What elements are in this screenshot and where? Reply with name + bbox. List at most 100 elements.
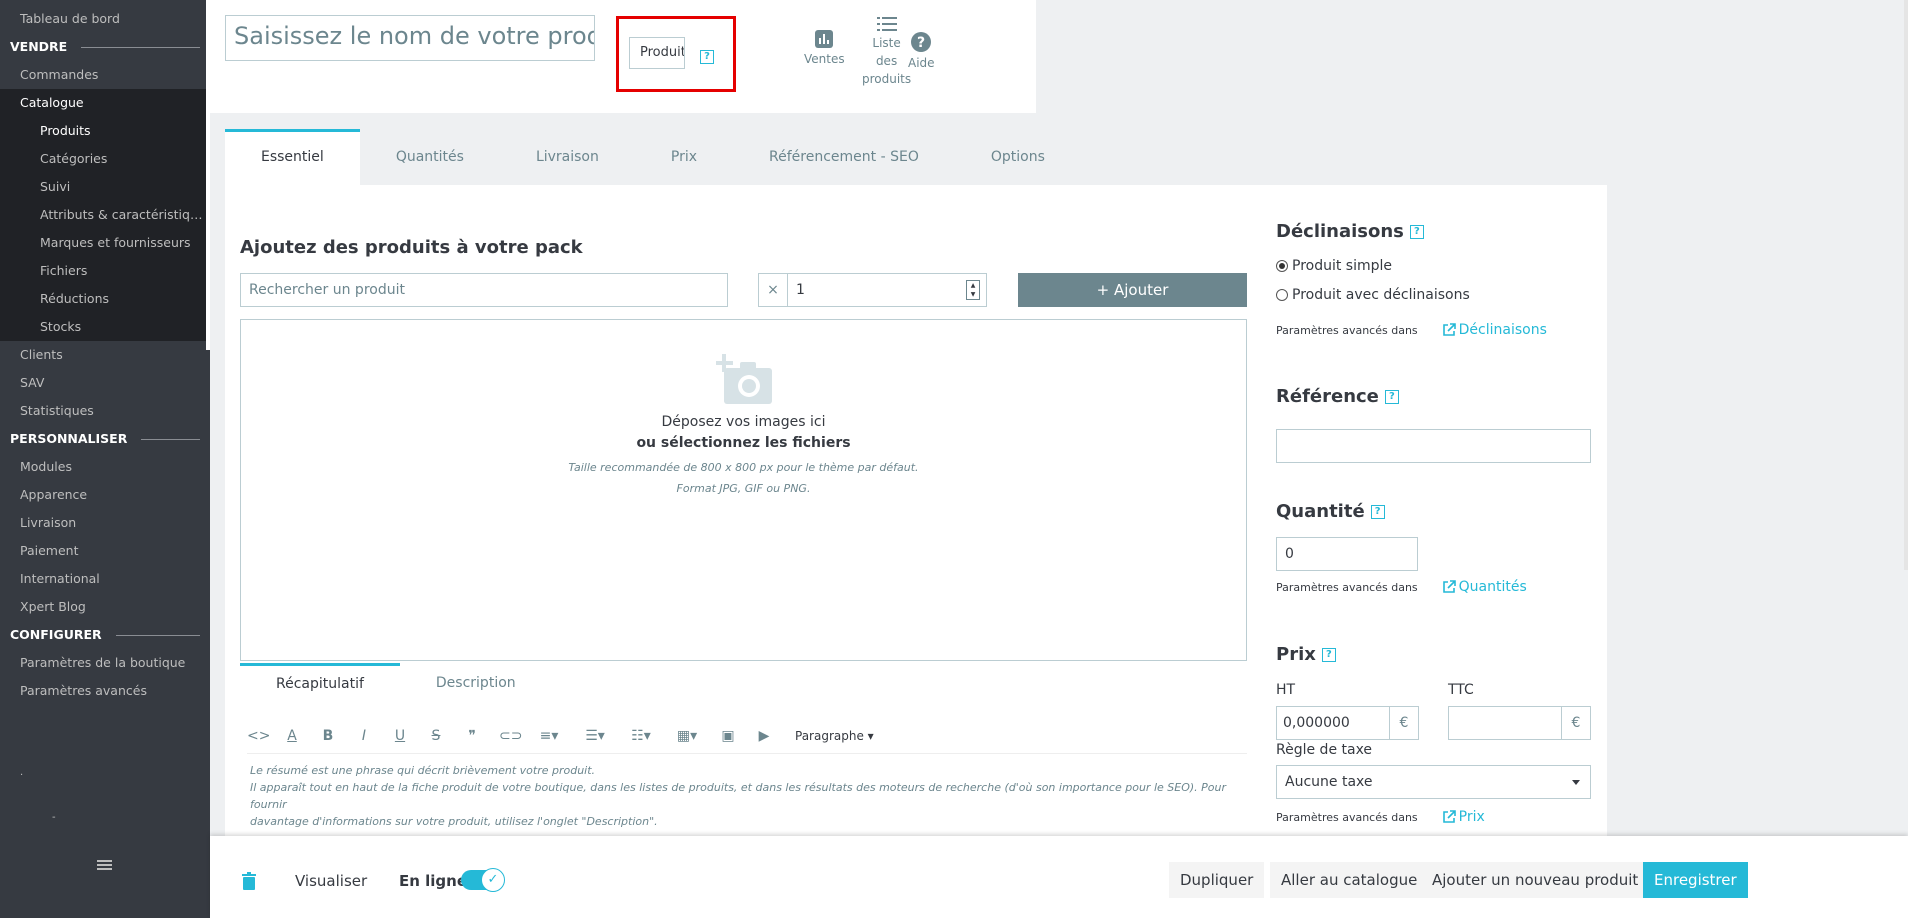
sidebar-item-stocks[interactable]: Stocks — [0, 313, 210, 341]
price-ttc-input[interactable]: € — [1448, 706, 1591, 740]
go-to-catalog-button[interactable]: Aller au catalogue — [1270, 862, 1429, 898]
trash-icon[interactable] — [242, 872, 256, 890]
table-icon[interactable]: ▦▾ — [673, 728, 701, 744]
quote-icon[interactable]: ❞ — [463, 728, 481, 744]
tab-summary[interactable]: Récapitulatif — [240, 663, 400, 704]
radio-checked-icon[interactable] — [1276, 260, 1288, 272]
bold-icon[interactable]: B — [319, 728, 337, 744]
sidebar-item-orders[interactable]: Commandes — [0, 61, 210, 89]
code-icon[interactable]: <> — [247, 728, 270, 744]
summary-editor[interactable]: Le résumé est une phrase qui décrit briè… — [250, 762, 1230, 830]
help-icon[interactable]: ? — [1409, 224, 1424, 239]
sidebar-item-brands[interactable]: Marques et fournisseurs — [0, 229, 210, 257]
numbered-list-icon[interactable]: ☷▾ — [627, 728, 655, 744]
sidebar-item-discounts[interactable]: Réductions — [0, 285, 210, 313]
sidebar-item-catalog[interactable]: Catalogue — [0, 89, 210, 117]
tab-essential[interactable]: Essentiel — [225, 129, 360, 185]
tab-price[interactable]: Prix — [635, 129, 733, 185]
spin-down-icon[interactable]: ▼ — [971, 291, 976, 298]
spin-up-icon[interactable]: ▲ — [971, 282, 976, 289]
price-link[interactable]: Prix — [1442, 809, 1485, 825]
sidebar-item-files[interactable]: Fichiers — [0, 257, 210, 285]
add-label: Ajouter — [1113, 281, 1169, 299]
sidebar-item-categories[interactable]: Catégories — [0, 145, 210, 173]
product-type-select[interactable]: Produit — [629, 37, 685, 69]
add-photo-icon — [716, 354, 772, 404]
pack-search-input[interactable]: Rechercher un produit — [240, 273, 728, 307]
duplicate-button[interactable]: Dupliquer — [1169, 862, 1265, 898]
media-icon[interactable]: ▶ — [755, 728, 773, 744]
price-ht-value[interactable]: 0,000000 — [1277, 707, 1389, 739]
product-name-input[interactable]: Saisissez le nom de votre produit — [225, 15, 595, 61]
sidebar-item-stats[interactable]: Statistiques — [0, 397, 210, 425]
sidebar-item-payment[interactable]: Paiement — [0, 537, 210, 565]
reference-input[interactable] — [1276, 429, 1591, 463]
help-icon[interactable]: ? — [1370, 504, 1385, 519]
sidebar-item-dashboard[interactable]: Tableau de bord — [0, 5, 210, 33]
quantities-link[interactable]: Quantités — [1442, 579, 1527, 595]
link-icon[interactable]: ⊂⊃ — [499, 728, 522, 744]
help-icon[interactable]: ? — [1321, 647, 1336, 662]
image-icon[interactable]: ▣ — [719, 728, 737, 744]
tab-seo[interactable]: Référencement - SEO — [733, 129, 955, 185]
variant-product-radio[interactable]: Produit avec déclinaisons — [1276, 287, 1470, 303]
select-files-link[interactable]: ou sélectionnez les fichiers — [241, 435, 1246, 451]
pack-quantity-value[interactable]: 1 — [788, 274, 960, 306]
ttc-label: TTC — [1448, 682, 1474, 698]
tax-rule-select[interactable]: Aucune taxe — [1276, 765, 1591, 799]
sidebar-item-modules[interactable]: Modules — [0, 453, 210, 481]
save-button[interactable]: Enregistrer — [1643, 862, 1748, 898]
add-new-product-button[interactable]: Ajouter un nouveau produit — [1421, 862, 1650, 898]
help-icon[interactable]: ? — [700, 50, 714, 64]
variants-link[interactable]: Déclinaisons — [1442, 322, 1547, 338]
tab-shipping[interactable]: Livraison — [500, 129, 635, 185]
times-icon: × — [759, 274, 788, 306]
product-list-button[interactable]: Liste des produits — [862, 16, 911, 88]
product-list-label-2: des — [875, 54, 898, 68]
dropzone-size-hint: Taille recommandée de 800 x 800 px pour … — [568, 461, 919, 474]
tab-quantities[interactable]: Quantités — [360, 129, 500, 185]
simple-product-radio[interactable]: Produit simple — [1276, 258, 1392, 274]
variant-product-label: Produit avec déclinaisons — [1292, 287, 1470, 303]
online-toggle[interactable]: ✓ — [461, 868, 505, 892]
page-scrollbar[interactable] — [1904, 0, 1908, 570]
help-button[interactable]: ? Aide — [908, 32, 935, 72]
image-dropzone[interactable]: Déposez vos images ici ou sélectionnez l… — [240, 319, 1247, 661]
add-to-pack-button[interactable]: + Ajouter — [1018, 273, 1247, 307]
sidebar-item-sav[interactable]: SAV — [0, 369, 210, 397]
sidebar-item-xpert-blog[interactable]: Xpert Blog — [0, 593, 210, 621]
sidebar-item-shop-params[interactable]: Paramètres de la boutique — [0, 649, 210, 677]
radio-icon[interactable] — [1276, 289, 1288, 301]
sidebar-item-products[interactable]: Produits — [0, 117, 210, 145]
italic-icon[interactable]: I — [355, 728, 373, 744]
bullet-list-icon[interactable]: ☰▾ — [581, 728, 609, 744]
external-link-icon — [1442, 580, 1456, 593]
preview-button[interactable]: Visualiser — [295, 872, 367, 890]
sidebar-item-clients[interactable]: Clients — [0, 341, 210, 369]
sidebar-item-appearance[interactable]: Apparence — [0, 481, 210, 509]
sidebar-item-advanced-params[interactable]: Paramètres avancés — [0, 677, 210, 705]
help-icon[interactable]: ? — [1384, 389, 1399, 404]
paragraph-format-select[interactable]: Paragraphe ▾ — [795, 729, 874, 743]
align-icon[interactable]: ≡▾ — [535, 728, 563, 744]
text-color-icon[interactable]: A — [283, 728, 301, 744]
price-ht-input[interactable]: 0,000000 € — [1276, 706, 1419, 740]
tab-description[interactable]: Description — [400, 663, 552, 701]
sales-button[interactable]: Ventes — [804, 30, 845, 68]
quantity-input[interactable]: 0 — [1276, 537, 1418, 571]
quantity-spinner[interactable]: ▲ ▼ — [966, 280, 980, 300]
external-link-icon — [1442, 810, 1456, 823]
strikethrough-icon[interactable]: S — [427, 728, 445, 744]
sidebar-item-shipping[interactable]: Livraison — [0, 509, 210, 537]
menu-collapse-icon[interactable] — [97, 860, 112, 872]
underline-icon[interactable]: U — [391, 728, 409, 744]
sidebar-item-monitoring[interactable]: Suivi — [0, 173, 210, 201]
tab-options[interactable]: Options — [955, 129, 1081, 185]
sidebar-item-attributes[interactable]: Attributs & caractéristiques — [0, 201, 210, 229]
quantities-link-label: Quantités — [1458, 579, 1527, 595]
pack-quantity-field[interactable]: × 1 ▲ ▼ — [758, 273, 987, 307]
price-ttc-value[interactable] — [1449, 707, 1561, 739]
product-footer: Visualiser En ligne ✓ Dupliquer Aller au… — [210, 836, 1908, 918]
tax-rule-label: Règle de taxe — [1276, 742, 1373, 758]
sidebar-item-international[interactable]: International — [0, 565, 210, 593]
